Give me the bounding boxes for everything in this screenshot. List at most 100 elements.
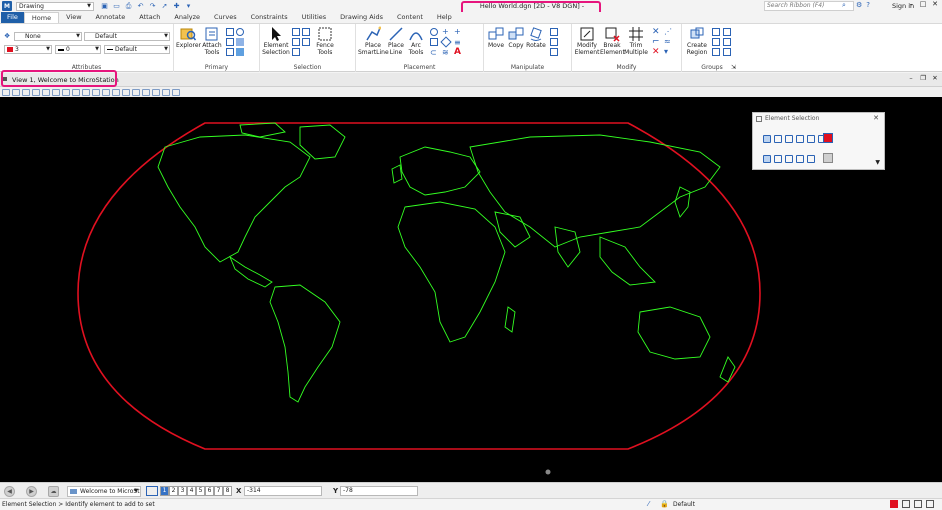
view-next-icon[interactable] <box>102 88 110 96</box>
dimension-icon[interactable]: ⊂ <box>430 48 438 57</box>
attributes-icon[interactable] <box>226 48 234 56</box>
zoom-out-icon[interactable] <box>42 88 50 96</box>
view-button-6[interactable]: 6 <box>205 486 214 496</box>
offset-icon[interactable]: ≈ <box>664 37 672 46</box>
search-ribbon-input[interactable]: Search Ribbon (F4) <box>764 1 854 11</box>
tab-drawing-aids[interactable]: Drawing Aids <box>333 12 390 23</box>
display-options-icon[interactable] <box>172 88 180 96</box>
place-smartline-button[interactable]: Place SmartLine <box>358 26 389 56</box>
microstation-logo-icon[interactable]: M <box>2 1 12 11</box>
x-coordinate-field[interactable]: -314 <box>244 486 322 496</box>
rotate-view-icon[interactable] <box>72 88 80 96</box>
clear-selection-icon[interactable] <box>292 48 300 56</box>
view-previous-icon[interactable] <box>92 88 100 96</box>
save-icon[interactable]: ▣ <box>100 2 109 11</box>
tab-analyze[interactable]: Analyze <box>167 12 207 23</box>
move-button[interactable]: Move <box>486 26 506 50</box>
lock-icon[interactable]: 🔒 <box>660 500 669 508</box>
line-style-select[interactable]: Default ▼ <box>104 45 170 54</box>
element-selection-button[interactable]: Element Selection <box>262 26 290 56</box>
models-icon[interactable] <box>226 28 234 36</box>
style-select[interactable]: Default ▼ <box>84 32 170 41</box>
clear-mode-icon[interactable] <box>807 155 815 163</box>
line-weight-select[interactable]: 0 ▼ <box>55 45 101 54</box>
maximize-icon[interactable]: □ <box>917 0 929 8</box>
tab-help[interactable]: Help <box>430 12 459 23</box>
view-close-icon[interactable]: ✕ <box>929 74 941 82</box>
place-line-button[interactable]: Place Line <box>386 26 406 56</box>
dialog-launcher-icon[interactable]: ⇲ <box>731 64 736 71</box>
tab-content[interactable]: Content <box>390 12 430 23</box>
select-settings-icon[interactable] <box>823 153 833 163</box>
view-button-7[interactable]: 7 <box>214 486 223 496</box>
weight-status-icon[interactable] <box>902 500 910 508</box>
style-status-icon[interactable] <box>914 500 922 508</box>
add-to-graphic-group-icon[interactable] <box>712 38 720 46</box>
extend-icon[interactable]: ✕ <box>652 27 660 37</box>
expand-chevron-down-icon[interactable]: ▼ <box>875 159 880 166</box>
levels-icon[interactable] <box>236 28 244 36</box>
camera-icon[interactable] <box>152 88 160 96</box>
color-status-icon[interactable] <box>890 500 898 508</box>
models-cloud-icon[interactable]: ☁ <box>48 486 59 497</box>
circle-icon[interactable] <box>430 28 438 36</box>
view-attributes-icon[interactable] <box>2 88 10 96</box>
select-all-icon[interactable] <box>292 28 300 36</box>
add-mode-icon[interactable] <box>774 155 782 163</box>
view-minimize-icon[interactable]: – <box>905 74 917 82</box>
lock-icon[interactable] <box>712 48 720 56</box>
cell-icon[interactable]: ≡ <box>454 38 462 47</box>
print-icon[interactable]: ⎙ <box>124 2 133 11</box>
group-icon[interactable] <box>712 28 720 36</box>
place-text-icon[interactable]: A <box>454 47 462 57</box>
point-icon[interactable]: + <box>442 27 450 36</box>
break-element-button[interactable]: Break Element <box>600 26 625 56</box>
forward-icon[interactable]: ▶ <box>26 486 37 497</box>
polygon-icon[interactable] <box>440 36 452 48</box>
new-mode-icon[interactable] <box>763 155 771 163</box>
deselect-all-icon[interactable] <box>823 133 833 143</box>
level-select[interactable]: None ▼ <box>14 32 82 41</box>
pan-view-icon[interactable] <box>82 88 90 96</box>
text-icon[interactable]: + <box>454 27 462 36</box>
tab-view[interactable]: View <box>59 12 88 23</box>
search-icon[interactable]: ⌕ <box>842 1 846 10</box>
ungroup-icon[interactable] <box>723 28 731 36</box>
message-center-icon[interactable] <box>926 500 934 508</box>
tab-utilities[interactable]: Utilities <box>295 12 333 23</box>
copy-button[interactable]: Copy <box>506 26 526 50</box>
fence-tools-button[interactable]: Fence Tools <box>312 26 338 56</box>
close-icon[interactable]: ✕ <box>929 0 941 8</box>
display-icon[interactable] <box>236 48 244 56</box>
tab-file[interactable]: File <box>1 12 24 23</box>
view-button-8[interactable]: 8 <box>223 486 232 496</box>
change-view-perspective-icon[interactable] <box>122 88 130 96</box>
redo-icon[interactable]: ↷ <box>148 2 157 11</box>
mirror-icon[interactable] <box>550 38 558 46</box>
unlock-icon[interactable] <box>723 48 731 56</box>
workflow-selector[interactable]: Drawing ▼ <box>16 1 94 11</box>
arc-tools-button[interactable]: Arc Tools <box>406 26 426 56</box>
view-button-3[interactable]: 3 <box>178 486 187 496</box>
folder-icon[interactable]: ▭ <box>112 2 121 11</box>
properties-icon[interactable] <box>236 38 244 46</box>
accudraw-icon[interactable]: ⁄ <box>648 500 656 508</box>
references-icon[interactable] <box>226 38 234 46</box>
block-method-icon[interactable] <box>774 135 782 143</box>
chamfer-icon[interactable]: ⋰ <box>664 27 672 36</box>
view-button-4[interactable]: 4 <box>187 486 196 496</box>
element-selection-dialog[interactable]: Element Selection ✕ ▼ <box>752 112 885 170</box>
explorer-button[interactable]: Explorer <box>176 26 201 50</box>
view-button-2[interactable]: 2 <box>169 486 178 496</box>
fit-view-icon[interactable] <box>62 88 70 96</box>
clip-volume-icon[interactable] <box>142 88 150 96</box>
view-toggles-icon[interactable] <box>132 88 140 96</box>
invert-mode-icon[interactable] <box>796 155 804 163</box>
settings-icon[interactable]: ⚙ <box>856 1 862 9</box>
select-cursor-icon[interactable] <box>292 38 300 46</box>
delete-icon[interactable]: ✕ <box>652 47 660 57</box>
fillet-icon[interactable]: ⌐ <box>652 37 660 47</box>
tab-attach[interactable]: Attach <box>132 12 167 23</box>
select-filter-icon[interactable] <box>302 38 310 46</box>
help-icon[interactable]: ? <box>866 1 870 9</box>
